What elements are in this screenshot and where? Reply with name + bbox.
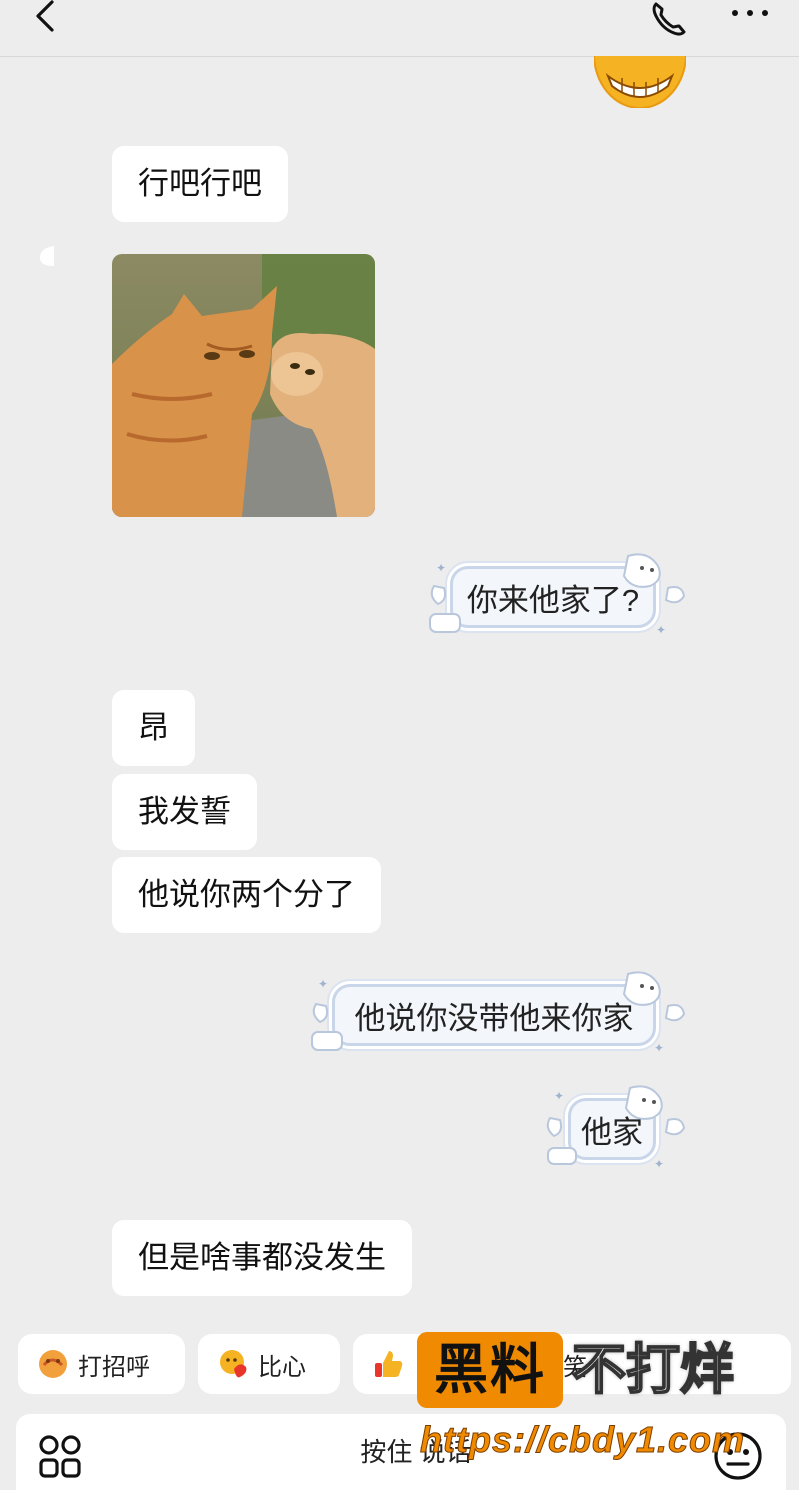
- quick-reply-label: 打招呼: [78, 1353, 150, 1381]
- heart-hands-icon: [220, 1350, 247, 1378]
- back-button[interactable]: [30, 0, 60, 40]
- voice-call-button[interactable]: [648, 0, 688, 40]
- grin-emoji-sticker[interactable]: [594, 56, 686, 108]
- incoming-message[interactable]: 但是啥事都没发生: [112, 1220, 412, 1296]
- outgoing-message[interactable]: ✦ ✦ 他说你没带他来你家: [310, 970, 686, 1060]
- outgoing-message-text: 他说你没带他来你家: [354, 1000, 634, 1036]
- apps-grid-icon: [39, 1435, 81, 1478]
- status-marker: [38, 244, 56, 268]
- quick-reply-greet[interactable]: 打招呼: [18, 1334, 185, 1394]
- grin-face-icon: [594, 56, 686, 108]
- incoming-message[interactable]: 他说你两个分了: [112, 857, 381, 933]
- wave-hand-icon: [39, 1350, 67, 1378]
- chevron-left-icon: [36, 0, 54, 32]
- incoming-message[interactable]: 我发誓: [112, 774, 257, 850]
- outgoing-message-text: 他家: [581, 1114, 643, 1150]
- more-button[interactable]: [728, 0, 772, 30]
- watermark-url: https://cbdy1.com: [420, 1419, 746, 1461]
- svg-text:✦: ✦: [554, 1089, 564, 1103]
- outgoing-message[interactable]: ✦ ✦ 他家: [546, 1084, 686, 1174]
- outgoing-message-text: 你来他家了?: [466, 582, 640, 618]
- quick-reply-heart[interactable]: 比心: [198, 1334, 340, 1394]
- ellipsis-icon: [732, 10, 738, 16]
- watermark-slogan: 不打烊: [571, 1339, 735, 1401]
- outgoing-message[interactable]: ✦ ✦ 你来他家了?: [428, 552, 686, 642]
- quick-reply-label: 比心: [258, 1353, 306, 1381]
- chat-header: [0, 0, 799, 57]
- incoming-message[interactable]: 行吧行吧: [112, 146, 288, 222]
- apps-button[interactable]: [38, 1434, 84, 1480]
- svg-text:✦: ✦: [656, 623, 666, 637]
- cat-photo[interactable]: [112, 254, 375, 517]
- incoming-message[interactable]: 昂: [112, 690, 195, 766]
- thumbs-up-icon: [375, 1351, 403, 1377]
- watermark-logo: 黑料: [417, 1332, 563, 1408]
- svg-text:✦: ✦: [318, 977, 328, 991]
- svg-text:✦: ✦: [436, 561, 446, 575]
- phone-icon: [652, 2, 686, 36]
